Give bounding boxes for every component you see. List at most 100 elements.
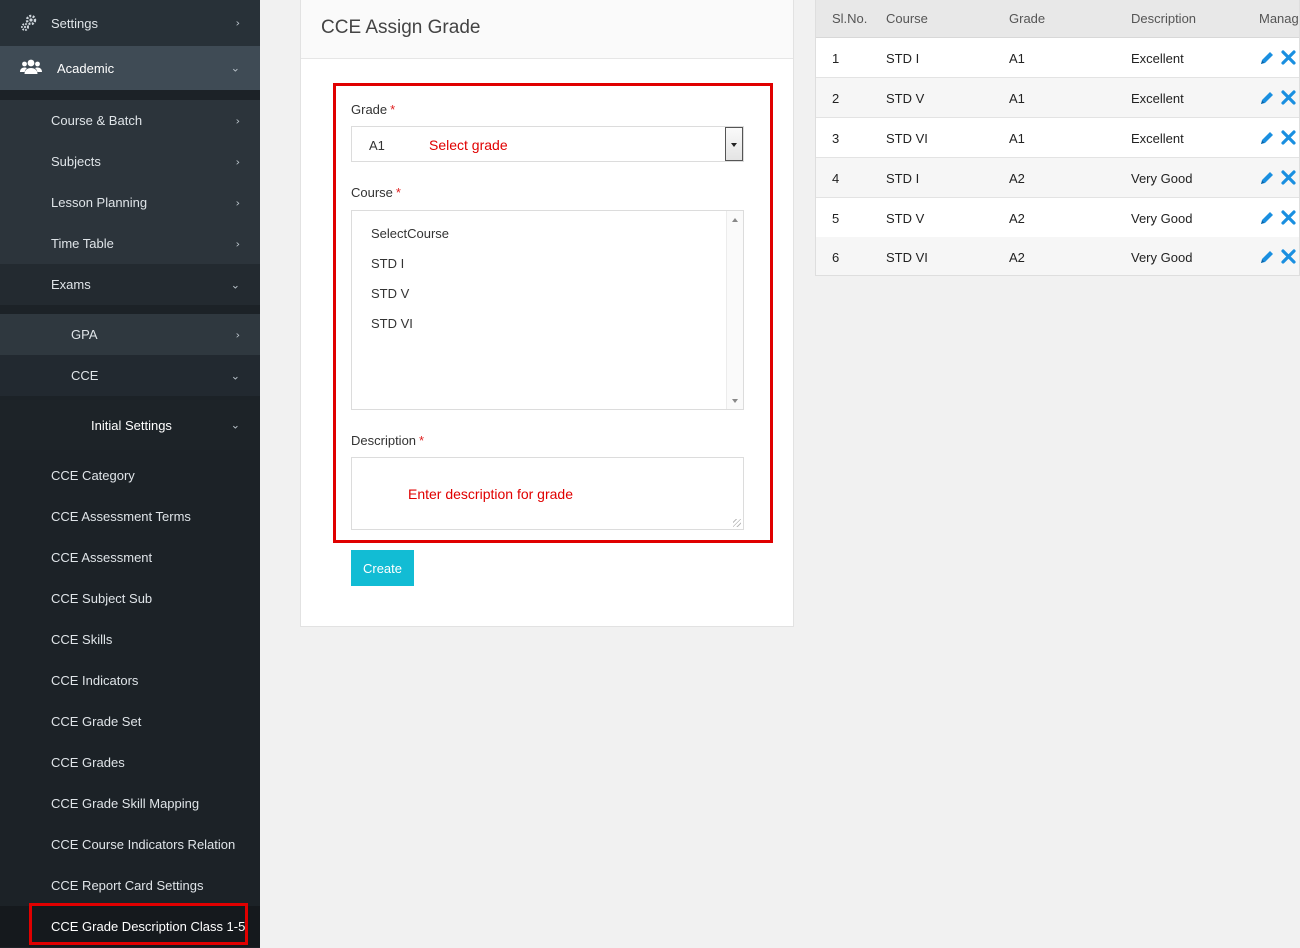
gears-icon xyxy=(20,14,38,32)
panel-header: CCE Assign Grade xyxy=(301,0,793,59)
sidebar-item-label: GPA xyxy=(71,327,98,342)
table-header: Sl.No. Course Grade Description Manage xyxy=(816,0,1299,38)
sidebar-item-label: CCE Grades xyxy=(51,755,125,770)
column-header-manage: Manage xyxy=(1259,11,1299,26)
cell-description: Excellent xyxy=(1131,51,1184,66)
sidebar-item-label: CCE Indicators xyxy=(51,673,139,688)
table-row: 6 STD VI A2 Very Good xyxy=(816,237,1299,275)
close-icon[interactable] xyxy=(1281,210,1296,225)
pencil-icon[interactable] xyxy=(1259,130,1275,146)
close-icon[interactable] xyxy=(1281,130,1296,145)
sidebar-item-label: Lesson Planning xyxy=(51,195,148,210)
cell-grade: A2 xyxy=(1009,211,1025,226)
assign-grade-panel: CCE Assign Grade Grade * A1 Select grade … xyxy=(300,0,794,627)
cell-grade: A2 xyxy=(1009,171,1025,186)
sidebar-item-label: Subjects xyxy=(51,154,101,169)
pencil-icon[interactable] xyxy=(1259,249,1275,265)
sidebar-item-label: Time Table xyxy=(51,236,114,251)
cell-course: STD I xyxy=(886,51,920,66)
sidebar-item-label: CCE Subject Sub xyxy=(51,591,153,606)
table-row: 3 STD VI A1 Excellent xyxy=(816,118,1299,158)
sidebar-item-subjects[interactable]: Subjects › xyxy=(0,141,260,182)
chevron-down-icon: ⌄ xyxy=(230,418,240,432)
close-icon[interactable] xyxy=(1281,249,1296,264)
sidebar-item-gpa[interactable]: GPA › xyxy=(0,314,260,355)
sidebar-item-cce-grade-skill-mapping[interactable]: CCE Grade Skill Mapping xyxy=(0,783,260,824)
cell-slno: 5 xyxy=(832,211,840,226)
sidebar-item-label: Initial Settings xyxy=(91,418,172,433)
cell-description: Very Good xyxy=(1131,171,1193,186)
page-title: CCE Assign Grade xyxy=(321,17,481,38)
sidebar-item-settings[interactable]: Settings › xyxy=(0,0,260,46)
cell-course: STD VI xyxy=(886,131,928,146)
cell-slno: 2 xyxy=(832,91,840,106)
chevron-right-icon: › xyxy=(235,114,240,127)
sidebar-item-label: CCE xyxy=(71,368,99,383)
cell-course: STD V xyxy=(886,211,925,226)
chevron-down-icon: ⌄ xyxy=(230,61,240,75)
sidebar-item-lesson-planning[interactable]: Lesson Planning › xyxy=(0,182,260,223)
cell-grade: A1 xyxy=(1009,51,1025,66)
sidebar-item-cce-grade-set[interactable]: CCE Grade Set xyxy=(0,701,260,742)
pencil-icon[interactable] xyxy=(1259,170,1275,186)
sidebar-item-label: CCE Grade Set xyxy=(51,714,142,729)
sidebar-item-label: CCE Assessment xyxy=(51,550,153,565)
sidebar-item-label: CCE Course Indicators Relation xyxy=(51,837,236,852)
sidebar-item-cce-skills[interactable]: CCE Skills xyxy=(0,619,260,660)
create-button[interactable]: Create xyxy=(351,550,414,586)
sidebar-item-label: Exams xyxy=(51,277,91,292)
cell-slno: 3 xyxy=(832,131,840,146)
close-icon[interactable] xyxy=(1281,50,1296,65)
cell-grade: A1 xyxy=(1009,131,1025,146)
sidebar-item-label: CCE Grade Skill Mapping xyxy=(51,796,200,811)
cell-description: Very Good xyxy=(1131,211,1193,226)
cell-grade: A1 xyxy=(1009,91,1025,106)
sidebar-item-cce-course-indicators-relation[interactable]: CCE Course Indicators Relation xyxy=(0,824,260,865)
cell-course: STD I xyxy=(886,171,920,186)
sidebar-item-cce[interactable]: CCE ⌄ xyxy=(0,355,260,396)
highlight-box xyxy=(333,83,773,543)
cell-description: Excellent xyxy=(1131,131,1184,146)
column-header-description: Description xyxy=(1131,11,1197,26)
sidebar-item-cce-report-card-settings[interactable]: CCE Report Card Settings xyxy=(0,865,260,906)
chevron-down-icon: ⌄ xyxy=(230,278,240,291)
sidebar-item-cce-indicators[interactable]: CCE Indicators xyxy=(0,660,260,701)
sidebar-item-academic[interactable]: Academic ⌄ xyxy=(0,46,260,90)
cell-course: STD VI xyxy=(886,250,928,265)
chevron-down-icon: ⌄ xyxy=(230,369,240,382)
sidebar-item-course-batch[interactable]: Course & Batch › xyxy=(0,100,260,141)
sidebar-item-label: CCE Category xyxy=(51,468,135,483)
close-icon[interactable] xyxy=(1281,90,1296,105)
pencil-icon[interactable] xyxy=(1259,50,1275,66)
sidebar-item-label: Settings xyxy=(51,16,98,31)
table-row: 2 STD V A1 Excellent xyxy=(816,78,1299,118)
chevron-right-icon: › xyxy=(235,155,240,168)
sidebar-item-label: Course & Batch xyxy=(51,113,143,128)
sidebar-item-label: CCE Skills xyxy=(51,632,113,647)
sidebar-item-label: CCE Report Card Settings xyxy=(51,878,204,893)
chevron-right-icon: › xyxy=(235,237,240,250)
grade-table: Sl.No. Course Grade Description Manage 1… xyxy=(815,0,1300,276)
highlight-box xyxy=(29,903,248,945)
sidebar-item-cce-subject-sub[interactable]: CCE Subject Sub xyxy=(0,578,260,619)
sidebar-item-cce-category[interactable]: CCE Category xyxy=(0,455,260,496)
close-icon[interactable] xyxy=(1281,170,1296,185)
pencil-icon[interactable] xyxy=(1259,210,1275,226)
table-row: 4 STD I A2 Very Good xyxy=(816,158,1299,198)
sidebar-item-exams[interactable]: Exams ⌄ xyxy=(0,264,260,305)
cell-slno: 4 xyxy=(832,171,840,186)
table-row: 1 STD I A1 Excellent xyxy=(816,38,1299,78)
cell-grade: A2 xyxy=(1009,250,1025,265)
users-icon xyxy=(20,59,42,75)
sidebar-item-cce-grades[interactable]: CCE Grades xyxy=(0,742,260,783)
chevron-right-icon: › xyxy=(235,196,240,209)
sidebar-item-initial-settings[interactable]: Initial Settings ⌄ xyxy=(0,400,260,450)
sidebar-item-label: CCE Assessment Terms xyxy=(51,509,191,524)
pencil-icon[interactable] xyxy=(1259,90,1275,106)
column-header-grade: Grade xyxy=(1009,11,1046,26)
cell-description: Very Good xyxy=(1131,250,1193,265)
sidebar-item-cce-assessment[interactable]: CCE Assessment xyxy=(0,537,260,578)
chevron-right-icon: › xyxy=(235,328,240,341)
sidebar-item-time-table[interactable]: Time Table › xyxy=(0,223,260,264)
sidebar-item-cce-assessment-terms[interactable]: CCE Assessment Terms xyxy=(0,496,260,537)
